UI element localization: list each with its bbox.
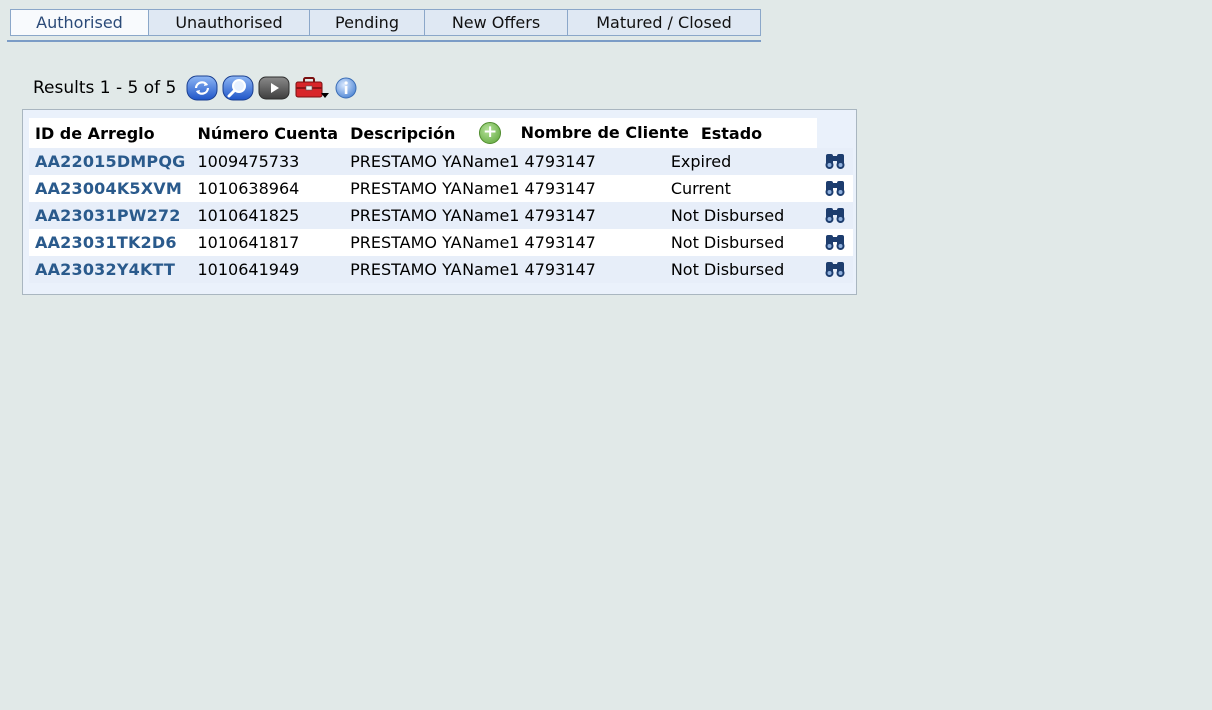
description: PRESTAMO YA — [344, 202, 474, 229]
view-action[interactable] — [816, 148, 853, 175]
binoculars-icon[interactable] — [823, 261, 847, 282]
client-name: Name1 4793147 — [462, 202, 695, 229]
client-name: Name1 4793147 — [462, 148, 695, 175]
search-icon[interactable] — [222, 75, 254, 101]
table-row: AA23031PW272 1010641825 PRESTAMO YA Name… — [29, 202, 853, 229]
next-icon[interactable] — [258, 75, 290, 101]
results-toolbar: Results 1 - 5 of 5 — [33, 74, 362, 102]
client-name-text: Name1 4793147 — [462, 179, 596, 198]
add-icon[interactable]: + — [479, 122, 502, 144]
binoculars-icon[interactable] — [823, 153, 847, 174]
toolbox-icon[interactable] — [294, 75, 330, 101]
description: PRESTAMO YA — [344, 256, 474, 283]
client-name-text: Name1 4793147 — [462, 152, 596, 171]
view-action[interactable] — [816, 256, 853, 283]
description: PRESTAMO YA — [344, 175, 474, 202]
view-action[interactable] — [816, 202, 853, 229]
header-description[interactable]: Descripción — [344, 118, 474, 148]
results-count: Results 1 - 5 of 5 — [33, 78, 177, 98]
tab-authorised[interactable]: Authorised — [10, 9, 149, 36]
arrangement-id-link[interactable]: AA22015DMPQG — [35, 152, 186, 171]
description: PRESTAMO YA — [344, 229, 474, 256]
tab-unauthorised[interactable]: Unauthorised — [148, 9, 310, 36]
binoculars-icon[interactable] — [823, 207, 847, 228]
view-action[interactable] — [816, 229, 853, 256]
tab-new-offers[interactable]: New Offers — [424, 9, 568, 36]
status: Current — [671, 175, 817, 202]
view-action[interactable] — [816, 175, 853, 202]
client-name-text: Name1 4793147 — [462, 233, 596, 252]
arrangement-id-link[interactable]: AA23032Y4KTT — [35, 260, 175, 279]
arrangement-id-link[interactable]: AA23004K5XVM — [35, 179, 182, 198]
refresh-icon[interactable] — [186, 75, 218, 101]
header-client-name-label: Nombre de Cliente — [520, 122, 689, 142]
client-name-text: Name1 4793147 — [462, 206, 596, 225]
status: Not Disbursed — [671, 256, 817, 283]
status-text: Current — [670, 179, 731, 198]
header-account-number[interactable]: Número Cuenta — [191, 118, 345, 148]
status-text: Expired — [670, 152, 732, 171]
header-actions — [817, 118, 853, 148]
table-header-row: ID de Arreglo Número Cuenta Descripción … — [29, 118, 853, 148]
account-number: 1010641949 — [191, 256, 345, 283]
info-icon[interactable] — [334, 76, 358, 100]
client-name: Name1 4793147 — [462, 256, 695, 283]
description: PRESTAMO YA — [344, 148, 474, 175]
status-text: Not Disbursed — [670, 233, 785, 252]
status-text: Not Disbursed — [670, 206, 785, 225]
account-number: 1010641825 — [191, 202, 345, 229]
status-text: Not Disbursed — [670, 260, 785, 279]
client-name: Name1 4793147 — [462, 229, 695, 256]
table-row: AA23031TK2D6 1010641817 PRESTAMO YA Name… — [29, 229, 853, 256]
header-arrangement-id[interactable]: ID de Arreglo — [29, 118, 192, 148]
header-status[interactable]: Estado — [694, 118, 817, 148]
account-number: 1009475733 — [191, 148, 345, 175]
client-name-text: Name1 4793147 — [462, 260, 596, 279]
tab-bar: Authorised Unauthorised Pending New Offe… — [7, 9, 761, 42]
arrangements-table: ID de Arreglo Número Cuenta Descripción … — [29, 118, 853, 283]
tab-matured-closed[interactable]: Matured / Closed — [567, 9, 761, 36]
client-name: Name1 4793147 — [462, 175, 695, 202]
status: Not Disbursed — [671, 229, 817, 256]
table-row: AA23004K5XVM 1010638964 PRESTAMO YA Name… — [29, 175, 853, 202]
results-panel: ID de Arreglo Número Cuenta Descripción … — [22, 109, 857, 295]
tab-pending[interactable]: Pending — [309, 9, 425, 36]
status: Expired — [671, 148, 817, 175]
account-number: 1010638964 — [191, 175, 345, 202]
binoculars-icon[interactable] — [823, 180, 847, 201]
account-number: 1010641817 — [191, 229, 345, 256]
status: Not Disbursed — [671, 202, 817, 229]
header-client-name[interactable]: + Nombre de Cliente — [473, 118, 695, 148]
arrangement-id-link[interactable]: AA23031PW272 — [35, 206, 181, 225]
binoculars-icon[interactable] — [823, 234, 847, 255]
arrangement-id-link[interactable]: AA23031TK2D6 — [35, 233, 177, 252]
table-row: AA23032Y4KTT 1010641949 PRESTAMO YA Name… — [29, 256, 853, 283]
table-row: AA22015DMPQG 1009475733 PRESTAMO YA Name… — [29, 148, 853, 175]
